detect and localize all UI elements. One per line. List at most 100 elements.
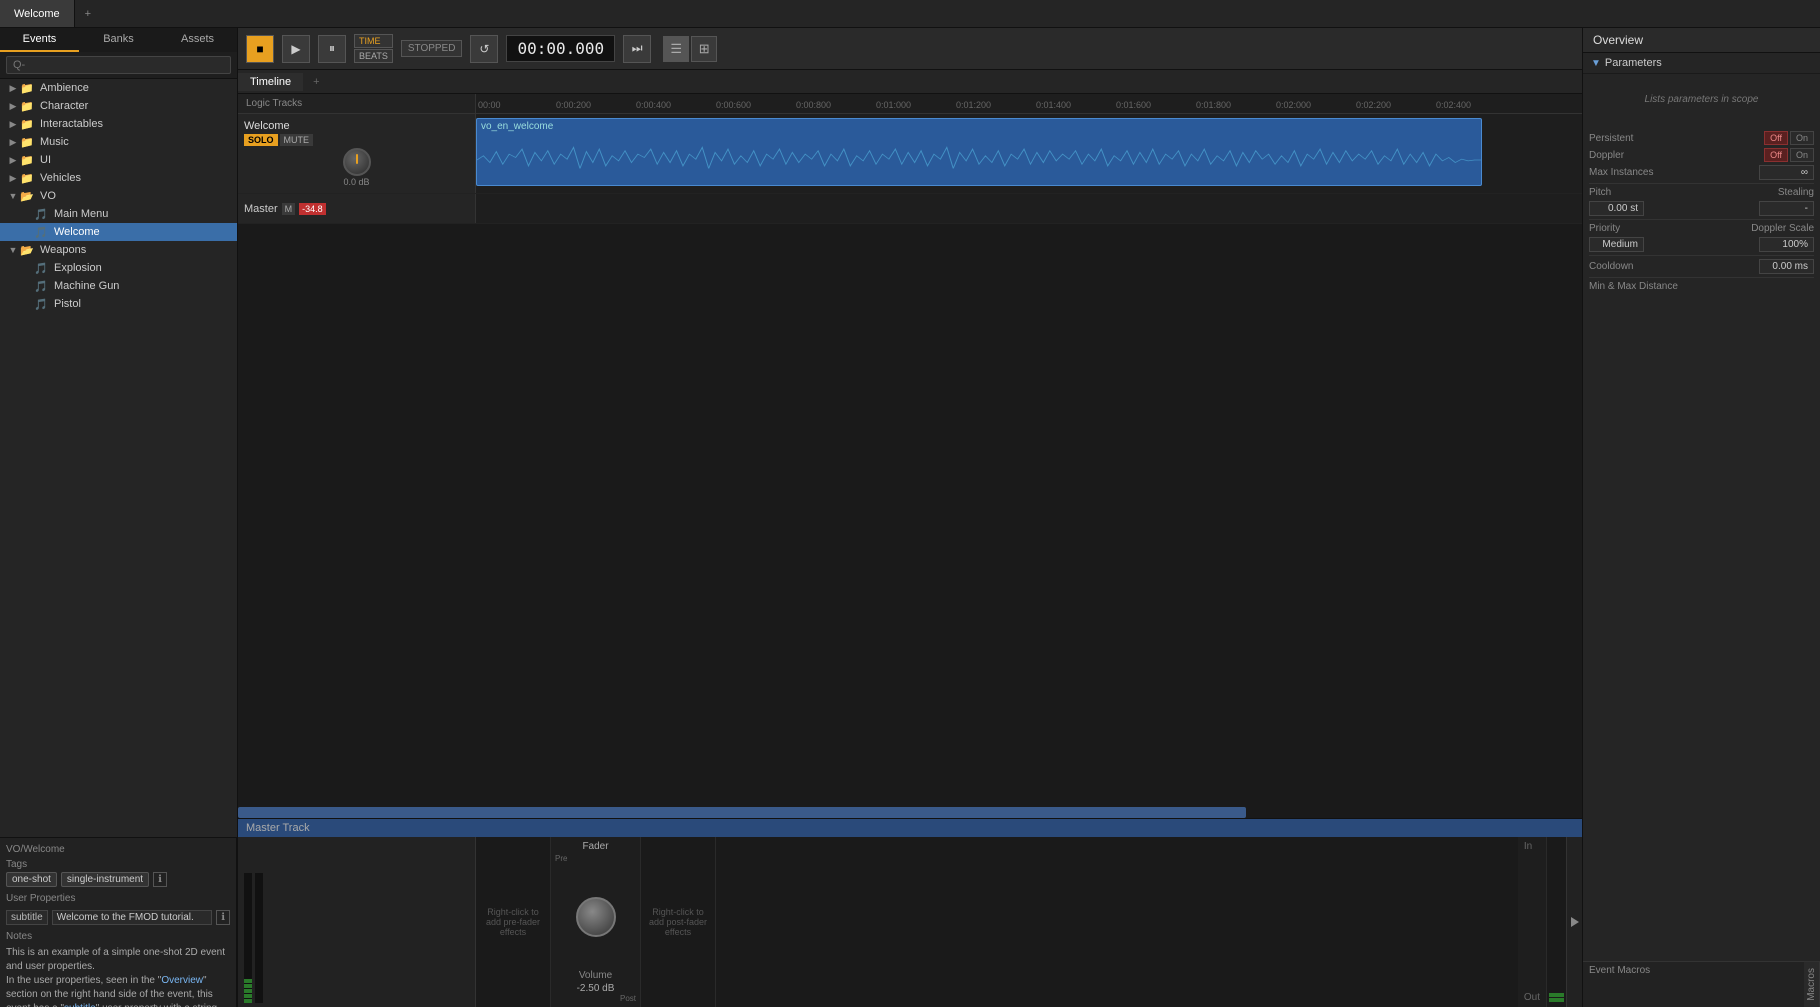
pause-button[interactable]: ⏸ (318, 35, 346, 63)
track-header-welcome: Welcome SOLO MUTE 0.0 dB (238, 114, 476, 193)
add-tab-button[interactable]: + (75, 4, 101, 24)
doppler-scale-value[interactable]: 100% (1759, 237, 1814, 252)
post-fader-label: Right-click to add post-fader effects (645, 907, 711, 937)
max-instances-label: Max Instances (1589, 167, 1653, 178)
mixer-play-button[interactable] (1571, 917, 1579, 927)
sidebar-item-label: UI (40, 154, 51, 166)
loop-button[interactable]: ↺ (470, 35, 498, 63)
mixer-channel-area: Right-click to add pre-fader effects Fad… (476, 837, 1546, 1007)
sidebar-item-vo[interactable]: ▼ 📂 VO (0, 187, 237, 205)
sidebar-item-interactables[interactable]: ▶ 📁 Interactables (0, 115, 237, 133)
scroll-bar[interactable] (238, 807, 1582, 819)
persistent-row: Persistent Off On (1589, 131, 1814, 145)
sidebar-tree: ▶ 📁 Ambience ▶ 📁 Character ▶ 📁 Interacta… (0, 79, 237, 837)
priority-doppler-scale-row: Priority Doppler Scale (1589, 223, 1814, 234)
folder-icon: 📁 (20, 100, 36, 112)
status-badge: STOPPED (401, 40, 463, 57)
parameters-header[interactable]: ▼ Parameters (1583, 53, 1820, 74)
cooldown-value[interactable]: 0.00 ms (1759, 259, 1814, 274)
sidebar-item-vehicles[interactable]: ▶ 📁 Vehicles (0, 169, 237, 187)
pre-fader-zone[interactable]: Right-click to add pre-fader effects (476, 837, 551, 1007)
pitch-stealing-row: Pitch Stealing (1589, 187, 1814, 198)
sidebar-item-label: Music (40, 136, 69, 148)
add-timeline-tab-button[interactable]: + (303, 73, 329, 91)
jump-button[interactable]: ⏭ (623, 35, 651, 63)
solo-button[interactable]: SOLO (244, 134, 278, 146)
tab-welcome[interactable]: Welcome (0, 0, 75, 27)
track-content-welcome[interactable]: vo_en_welcome (476, 114, 1582, 193)
pitch-value[interactable]: 0.00 st (1589, 201, 1644, 216)
fader-knob[interactable] (576, 897, 616, 937)
sidebar-item-label: VO (40, 190, 56, 202)
sidebar-tab-assets[interactable]: Assets (158, 28, 237, 52)
chevron-right-icon: ▶ (6, 173, 20, 184)
min-max-distance-row: Min & Max Distance (1589, 281, 1814, 292)
priority-value[interactable]: Medium (1589, 237, 1644, 252)
grid-view-button[interactable]: ⊞ (691, 36, 717, 62)
persistent-toggles: Off On (1764, 131, 1814, 145)
stealing-value[interactable]: - (1759, 201, 1814, 216)
list-view-button[interactable]: ☰ (663, 36, 689, 62)
fader-post-label: Post (620, 994, 636, 1003)
volume-knob[interactable] (343, 148, 371, 176)
sidebar-item-machine-gun[interactable]: ▶ 🎵 Machine Gun (0, 277, 237, 295)
persistent-off-button[interactable]: Off (1764, 131, 1788, 145)
time-mode-beats[interactable]: BEATS (354, 49, 393, 63)
scroll-thumb[interactable] (238, 807, 1246, 818)
doppler-on-button[interactable]: On (1790, 148, 1814, 162)
time-display: 00:00.000 (506, 35, 615, 62)
tags-label: Tags (6, 859, 230, 870)
sidebar-item-ambience[interactable]: ▶ 📁 Ambience (0, 79, 237, 97)
folder-open-icon: 📂 (20, 190, 36, 202)
sidebar-item-weapons[interactable]: ▼ 📂 Weapons (0, 241, 237, 259)
sidebar-item-ui[interactable]: ▶ 📁 UI (0, 151, 237, 169)
event-icon: 🎵 (34, 262, 50, 274)
svg-text:0:02:000: 0:02:000 (1276, 100, 1311, 110)
sidebar-item-label: Pistol (54, 298, 81, 310)
user-prop-value[interactable]: Welcome to the FMOD tutorial. (52, 910, 213, 925)
svg-text:0:01:000: 0:01:000 (876, 100, 911, 110)
add-tag-button[interactable]: ℹ (153, 872, 167, 887)
persistent-on-button[interactable]: On (1790, 131, 1814, 145)
post-fader-zone[interactable]: Right-click to add post-fader effects (641, 837, 716, 1007)
sidebar-item-main-menu[interactable]: ▶ 🎵 Main Menu (0, 205, 237, 223)
max-instances-row: Max Instances ∞ (1589, 165, 1814, 180)
notes-label: Notes (6, 931, 230, 942)
sidebar-item-label: Machine Gun (54, 280, 119, 292)
tag-one-shot[interactable]: one-shot (6, 872, 57, 887)
master-content (476, 194, 1582, 223)
search-input[interactable] (6, 56, 231, 74)
doppler-off-button[interactable]: Off (1764, 148, 1788, 162)
sidebar-tab-banks[interactable]: Banks (79, 28, 158, 52)
sidebar-tab-events[interactable]: Events (0, 28, 79, 52)
sidebar-item-explosion[interactable]: ▶ 🎵 Explosion (0, 259, 237, 277)
mute-button[interactable]: MUTE (280, 134, 314, 146)
overview-title: Overview (1583, 28, 1820, 53)
tag-single-instrument[interactable]: single-instrument (61, 872, 149, 887)
timeline-tabs: Timeline + (238, 70, 1582, 94)
max-instances-value[interactable]: ∞ (1759, 165, 1814, 180)
stop-button[interactable]: ■ (246, 35, 274, 63)
sidebar-item-pistol[interactable]: ▶ 🎵 Pistol (0, 295, 237, 313)
vu-left (244, 873, 252, 1003)
tab-timeline[interactable]: Timeline (238, 73, 303, 91)
svg-text:0:02:200: 0:02:200 (1356, 100, 1391, 110)
svg-text:0:00:200: 0:00:200 (556, 100, 591, 110)
play-button[interactable]: ▶ (282, 35, 310, 63)
time-mode-time[interactable]: TIME (354, 34, 393, 48)
main-layout: Events Banks Assets ▶ 📁 Ambience ▶ 📁 Cha… (0, 28, 1820, 1007)
sidebar-item-welcome[interactable]: ▶ 🎵 Welcome (0, 223, 237, 241)
sidebar-item-character[interactable]: ▶ 📁 Character (0, 97, 237, 115)
bottom-info: VO/Welcome Tags one-shot single-instrume… (0, 837, 237, 1007)
user-prop-key[interactable]: subtitle (6, 910, 48, 925)
edit-user-prop-icon[interactable]: ℹ (216, 910, 230, 925)
macros-tab[interactable]: Macros (1804, 962, 1820, 1007)
out-label: Out (1524, 992, 1540, 1003)
sidebar-item-music[interactable]: ▶ 📁 Music (0, 133, 237, 151)
priority-label: Priority (1589, 223, 1620, 234)
doppler-scale-label: Doppler Scale (1751, 223, 1814, 234)
sidebar-tabs: Events Banks Assets (0, 28, 237, 52)
user-props-label: User Properties (6, 893, 230, 904)
audio-clip[interactable]: vo_en_welcome (476, 118, 1482, 186)
master-m-button[interactable]: M (282, 203, 296, 215)
